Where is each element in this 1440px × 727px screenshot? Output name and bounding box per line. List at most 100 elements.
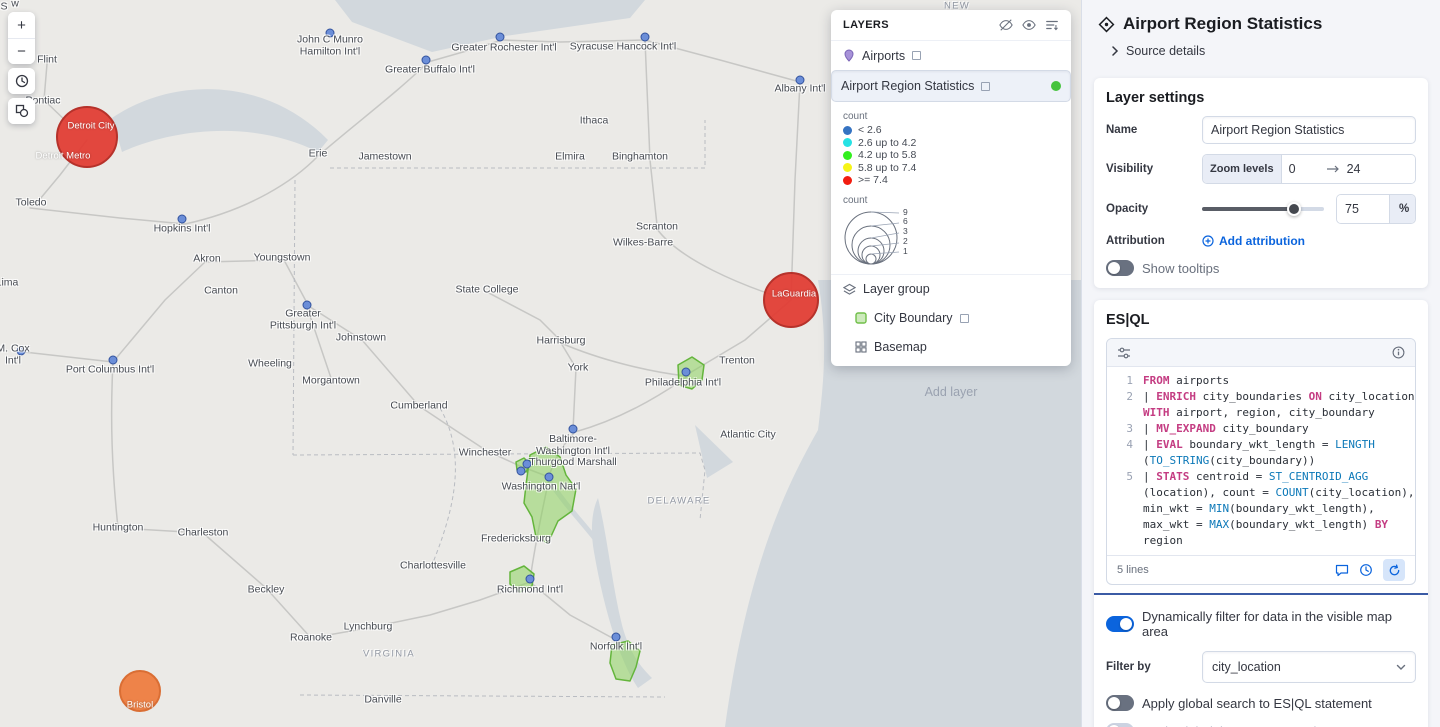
- code-line: 3 | MV_EXPAND city_boundary: [1107, 421, 1411, 437]
- layer-row-basemap[interactable]: Basemap: [831, 333, 1071, 362]
- legend-class-label: 5.8 up to 7.4: [858, 161, 917, 174]
- flyout-title: Airport Region Statistics: [1123, 14, 1323, 33]
- esql-code[interactable]: 1 FROM airports 2 | ENRICH city_boundaries …: [1107, 367, 1415, 555]
- source-details-label: Source details: [1126, 44, 1206, 58]
- add-layer-button[interactable]: Add layer: [925, 385, 978, 399]
- info-icon[interactable]: [1392, 346, 1405, 359]
- layer-group-row[interactable]: Layer group: [831, 273, 1071, 304]
- visibility-label: Visibility: [1106, 163, 1154, 175]
- draw-tools-button[interactable]: [8, 98, 35, 124]
- map-label: Elmira: [555, 150, 585, 163]
- layer-row-city-boundary[interactable]: City Boundary: [831, 304, 1071, 333]
- map-label: Philadelphia Int'l: [644, 376, 722, 389]
- draw-tools-icon: [15, 104, 28, 118]
- map-label: Greater Buffalo Int'l: [385, 63, 475, 76]
- map-label: Greater Pittsburgh Int'l: [269, 307, 337, 331]
- zoom-out-button[interactable]: −: [8, 38, 35, 64]
- clock-icon: [15, 74, 28, 88]
- comment-icon: [1335, 564, 1349, 576]
- legend-class-row: < 2.6: [843, 124, 1059, 137]
- map-label: Richmond Int'l: [496, 583, 564, 596]
- map-canvas[interactable]: Sw Flint Pontiac Toledo Hopkins Int'l Akron Yo…: [0, 0, 1081, 727]
- refresh-icon: [1389, 563, 1399, 575]
- show-layers-icon[interactable]: [1022, 18, 1036, 32]
- layer-checkbox[interactable]: [959, 313, 969, 323]
- filter-by-select[interactable]: city_location: [1202, 651, 1416, 683]
- plus-in-circle-icon: [1202, 235, 1214, 247]
- show-tooltips-toggle[interactable]: [1106, 260, 1134, 276]
- line-number: 4: [1126, 438, 1133, 451]
- map-label: M. Cox Int'l: [0, 342, 30, 366]
- zoom-levels-control: Zoom levels: [1202, 154, 1416, 184]
- run-query-button[interactable]: [1383, 559, 1405, 581]
- map-label: Charlottesville: [400, 559, 466, 572]
- esql-layer-icon: [1098, 16, 1115, 32]
- query-history-button[interactable]: [1359, 563, 1373, 577]
- layer-label: Airport Region Statistics: [841, 79, 975, 93]
- map-label: John C Munro Hamilton Int'l: [297, 33, 363, 57]
- chevron-right-icon: [1112, 46, 1119, 56]
- esql-title: ES|QL: [1106, 312, 1150, 328]
- map-label: Washington Nat'l: [501, 480, 581, 493]
- tools-control: [8, 98, 35, 124]
- map-label: Huntington: [92, 521, 144, 534]
- opacity-value-input[interactable]: [1337, 195, 1389, 223]
- timeslider-button[interactable]: [8, 68, 35, 94]
- line-number: 1: [1126, 374, 1133, 387]
- layers-panel-title: LAYERS: [843, 19, 890, 31]
- editor-resize-handle[interactable]: [1094, 593, 1428, 595]
- map-label: Charleston: [177, 526, 229, 539]
- reorder-layers-icon[interactable]: [1045, 18, 1059, 32]
- layer-name-input[interactable]: [1202, 116, 1416, 144]
- esql-editor[interactable]: 1 FROM airports 2 | ENRICH city_boundaries …: [1106, 338, 1416, 585]
- map-label: Wilkes-Barre: [612, 236, 674, 249]
- map-label: Jamestown: [358, 150, 412, 163]
- line-number: [1107, 405, 1143, 421]
- hide-layers-icon[interactable]: [999, 18, 1013, 32]
- history-clock-icon: [1360, 564, 1372, 576]
- legend-class-row: >= 7.4: [843, 174, 1059, 187]
- legend-class-row: 5.8 up to 7.4: [843, 162, 1059, 175]
- region-bubble[interactable]: [763, 272, 819, 328]
- airport-dot[interactable]: [681, 367, 691, 377]
- airport-dot[interactable]: [495, 32, 505, 42]
- layer-row-airports[interactable]: Airports: [831, 41, 1071, 70]
- code-text: min_wkt = MIN(boundary_wkt_length),: [1143, 502, 1375, 515]
- code-line: region: [1107, 533, 1411, 549]
- legend-color-dot: [843, 138, 852, 148]
- esql-editor-header: [1107, 339, 1415, 367]
- map-label: Akron: [193, 252, 221, 265]
- map-label: Lynchburg: [343, 620, 393, 633]
- zoom-levels-prepend: Zoom levels: [1203, 155, 1282, 183]
- source-details-toggle[interactable]: Source details: [1110, 44, 1424, 58]
- zoom-in-button[interactable]: +: [8, 12, 35, 38]
- code-line: 5 | STATS centroid = ST_CENTROID_AGG: [1107, 469, 1411, 485]
- code-line: (TO_STRING(city_boundary)): [1107, 453, 1411, 469]
- code-line: (location), count = COUNT(city_location)…: [1107, 485, 1415, 501]
- esql-editor-footer: 5 lines: [1107, 555, 1415, 584]
- add-attribution-button[interactable]: Add attribution: [1202, 234, 1305, 248]
- map-label: w: [11, 0, 19, 10]
- opacity-slider-thumb[interactable]: [1286, 202, 1301, 216]
- layer-row-airport-region-statistics[interactable]: Airport Region Statistics: [831, 70, 1071, 102]
- feedback-button[interactable]: [1335, 564, 1349, 577]
- global-search-toggle[interactable]: [1106, 695, 1134, 711]
- airport-dot[interactable]: [525, 574, 535, 584]
- code-text: (TO_STRING(city_boundary)): [1143, 454, 1316, 467]
- legend-class-label: >= 7.4: [858, 174, 888, 187]
- line-number: [1107, 501, 1143, 517]
- dynamic-filter-toggle[interactable]: [1106, 616, 1134, 632]
- layer-checkbox[interactable]: [912, 51, 922, 60]
- map-label: Baltimore- Washington Int'l Thurgood Marsh…: [529, 432, 617, 468]
- editor-settings-icon[interactable]: [1117, 347, 1131, 359]
- zoom-max-input[interactable]: [1339, 155, 1415, 183]
- opacity-slider[interactable]: [1202, 202, 1324, 216]
- name-label: Name: [1106, 124, 1138, 136]
- layer-checkbox[interactable]: [981, 81, 991, 91]
- bubble-label: Detroit Metro: [35, 150, 91, 162]
- marker-pin-icon: [844, 49, 854, 62]
- layer-group-icon: [843, 283, 856, 295]
- zoom-min-input[interactable]: [1281, 155, 1326, 183]
- legend-class-row: 2.6 up to 4.2: [843, 137, 1059, 150]
- layer-settings-title: Layer settings: [1106, 90, 1205, 106]
